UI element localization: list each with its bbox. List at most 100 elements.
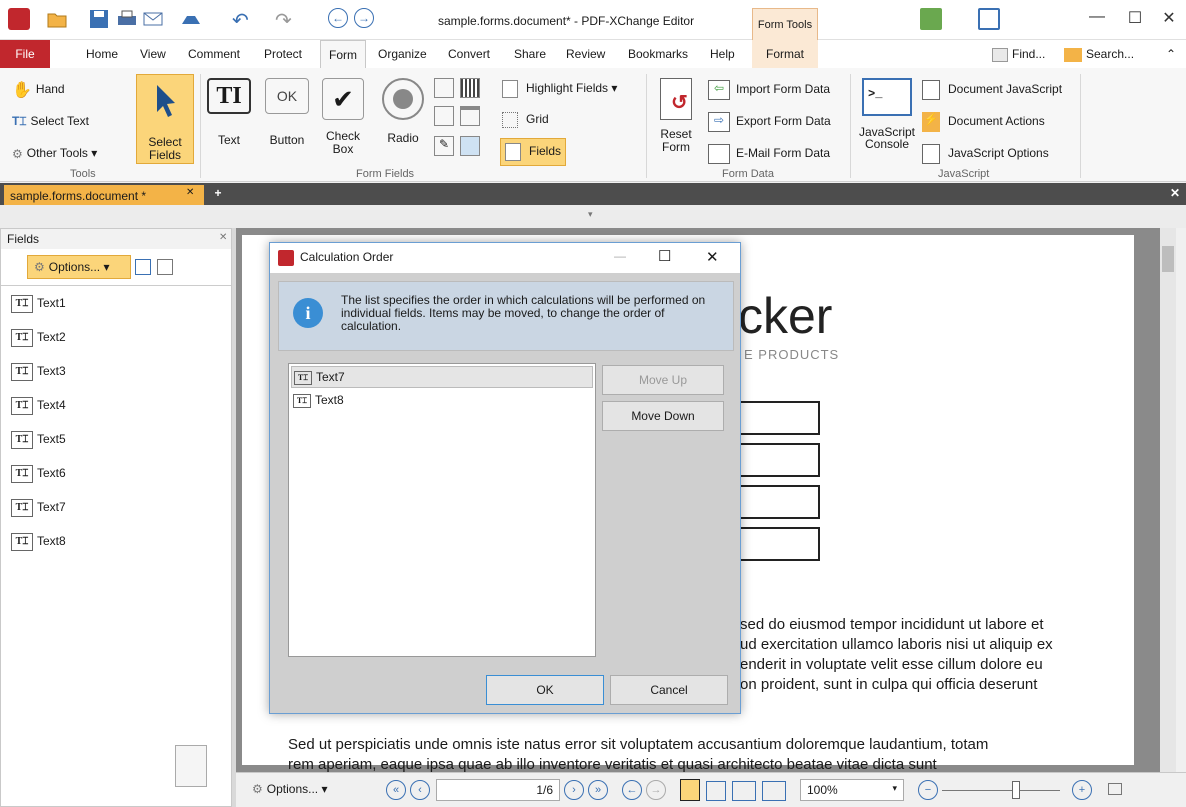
previous-page-icon[interactable]: ‹ (410, 780, 430, 800)
document-javascript[interactable]: Document JavaScript (922, 80, 1062, 100)
export-form-data[interactable]: ⇨ Export Form Data (708, 112, 831, 132)
open-folder-icon[interactable] (46, 8, 68, 30)
back-view-icon[interactable]: ← (622, 780, 642, 800)
field-item-text4[interactable]: T⌶ Text4 (11, 393, 66, 417)
fit-width-icon[interactable] (1108, 783, 1122, 795)
tab-convert[interactable]: Convert (446, 40, 492, 68)
close-document-icon[interactable]: ✕ (1170, 186, 1180, 200)
other-tools-dropdown[interactable]: ⚙ Other Tools ▾ (12, 146, 97, 161)
tab-comment[interactable]: Comment (186, 40, 242, 68)
tab-organize[interactable]: Organize (376, 40, 429, 68)
back-icon[interactable]: ← (328, 8, 348, 28)
fullscreen-icon[interactable] (978, 8, 1000, 30)
tab-format[interactable]: Format (752, 40, 818, 68)
page-number-input[interactable]: 1/6 (436, 779, 560, 801)
plugin-icon[interactable] (920, 8, 942, 30)
move-up-button[interactable]: Move Up (602, 365, 724, 395)
tab-share[interactable]: Share (512, 40, 548, 68)
zoom-in-icon[interactable]: + (1072, 780, 1092, 800)
single-page-icon[interactable] (680, 779, 700, 801)
vertical-scrollbar[interactable] (1160, 228, 1176, 772)
new-tab-icon[interactable]: + (210, 186, 226, 202)
facing-icon[interactable] (732, 781, 756, 801)
button-field-button[interactable]: OK Button (262, 78, 312, 154)
tab-help[interactable]: Help (708, 40, 737, 68)
form-field-box[interactable] (740, 443, 820, 477)
form-field-box[interactable] (740, 527, 820, 561)
import-form-data[interactable]: ⇦ Import Form Data (708, 80, 830, 100)
field-item-text5[interactable]: T⌶ Text5 (11, 427, 66, 451)
tab-home[interactable]: Home (84, 40, 120, 68)
radio-button[interactable]: Radio (378, 78, 428, 154)
tab-form[interactable]: Form (320, 40, 366, 68)
save-icon[interactable] (88, 8, 110, 30)
tab-bookmarks[interactable]: Bookmarks (626, 40, 690, 68)
field-item-text3[interactable]: T⌶ Text3 (11, 359, 66, 383)
highlight-fields-dropdown[interactable]: Highlight Fields ▾ (502, 80, 617, 98)
fields-toggle[interactable]: Fields (500, 138, 567, 166)
list-item-text7[interactable]: T⌶ Text7 (291, 366, 593, 388)
forward-view-icon[interactable]: → (646, 780, 666, 800)
panel-close-icon[interactable]: ✕ (219, 232, 227, 243)
zoom-slider-thumb[interactable] (1012, 781, 1020, 799)
text-field-button[interactable]: TI Text (204, 78, 254, 154)
dialog-close-icon[interactable]: ✕ (706, 248, 719, 266)
check-box-button[interactable]: ✔ Check Box (318, 78, 368, 168)
barcode-icon[interactable] (460, 78, 480, 98)
field-properties-icon[interactable] (135, 259, 151, 275)
field-item-text1[interactable]: T⌶ Text1 (11, 291, 66, 315)
close-button[interactable]: ✕ (1154, 8, 1184, 30)
reset-form-button[interactable]: ↺ Reset Form (652, 78, 700, 168)
tab-file[interactable]: File (0, 40, 50, 68)
grid-toggle[interactable]: Grid (502, 112, 549, 128)
dialog-maximize-icon[interactable]: ☐ (658, 247, 671, 265)
move-down-button[interactable]: Move Down (602, 401, 724, 431)
continuous-icon[interactable] (706, 781, 726, 801)
undo-icon[interactable]: ↶ (232, 8, 254, 32)
select-text-tool[interactable]: T⌶ Select Text (12, 114, 89, 129)
form-field-box[interactable] (740, 485, 820, 519)
expand-chevron-icon[interactable]: ▾ (588, 209, 593, 220)
maximize-button[interactable]: ☐ (1120, 8, 1150, 30)
first-page-icon[interactable]: « (386, 780, 406, 800)
hand-tool[interactable]: ✋ Hand (12, 80, 65, 100)
zoom-slider[interactable] (942, 790, 1060, 791)
tab-view[interactable]: View (138, 40, 168, 68)
form-field-box[interactable] (740, 401, 820, 435)
collapse-ribbon-icon[interactable]: ⌃ (1164, 40, 1178, 68)
search-button[interactable]: Search... (1062, 40, 1136, 68)
tab-order-icon[interactable] (157, 259, 173, 275)
find-button[interactable]: Find... (990, 40, 1047, 68)
tab-protect[interactable]: Protect (262, 40, 304, 68)
minimize-button[interactable]: — (1082, 8, 1112, 30)
calculation-order-list[interactable]: T⌶ Text7 T⌶ Text8 (288, 363, 596, 657)
redo-icon[interactable]: ↷ (275, 8, 297, 32)
email-icon[interactable] (142, 8, 164, 30)
tab-close-icon[interactable]: ✕ (186, 187, 194, 198)
javascript-options[interactable]: JavaScript Options (922, 144, 1049, 164)
field-item-text8[interactable]: T⌶ Text8 (11, 529, 66, 553)
image-field-icon[interactable] (460, 136, 480, 156)
ok-button[interactable]: OK (486, 675, 604, 705)
select-fields-button[interactable]: Select Fields (136, 74, 194, 164)
field-item-text6[interactable]: T⌶ Text6 (11, 461, 66, 485)
scan-icon[interactable] (180, 8, 202, 30)
zoom-out-icon[interactable]: − (918, 780, 938, 800)
print-icon[interactable] (116, 8, 138, 30)
date-field-icon[interactable] (460, 106, 480, 126)
zoom-select[interactable]: 100% ▾ (800, 779, 904, 801)
fields-options-dropdown[interactable]: ⚙ Options... ▾ (27, 255, 131, 279)
tab-review[interactable]: Review (564, 40, 607, 68)
last-page-icon[interactable]: » (588, 780, 608, 800)
field-item-text7[interactable]: T⌶ Text7 (11, 495, 66, 519)
scroll-thumb[interactable] (1162, 246, 1174, 272)
next-page-icon[interactable]: › (564, 780, 584, 800)
list-item-text8[interactable]: T⌶ Text8 (291, 390, 593, 412)
document-actions[interactable]: ⚡ Document Actions (922, 112, 1045, 132)
list-box-icon[interactable] (434, 78, 454, 98)
document-tab[interactable]: sample.forms.document * ✕ (4, 185, 204, 205)
email-form-data[interactable]: E-Mail Form Data (708, 144, 830, 164)
continuous-facing-icon[interactable] (762, 781, 786, 801)
javascript-console-button[interactable]: >_ JavaScript Console (856, 78, 918, 168)
status-options-dropdown[interactable]: ⚙ Options... ▾ (252, 782, 327, 796)
